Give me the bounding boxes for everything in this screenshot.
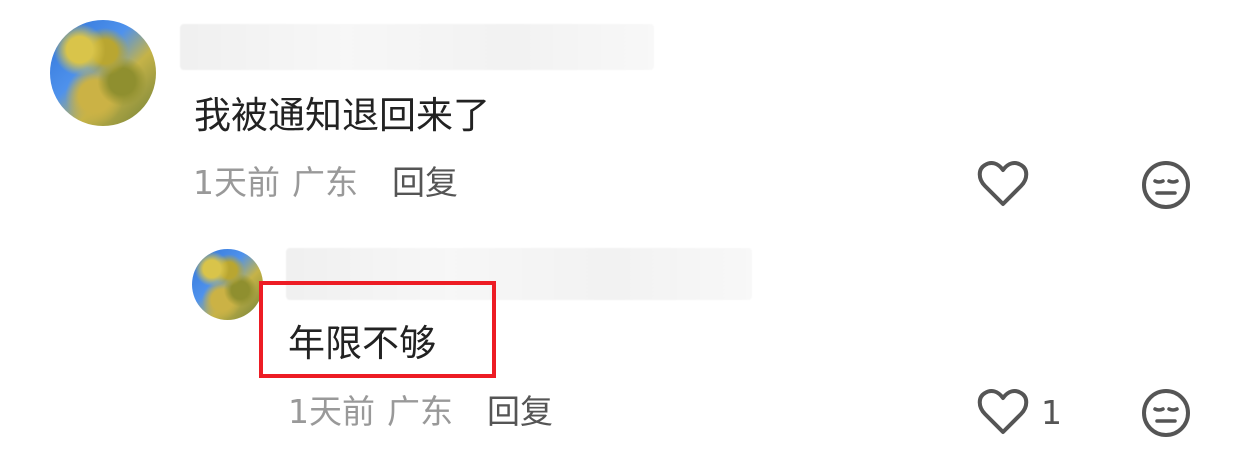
commenter-avatar[interactable] bbox=[50, 20, 156, 126]
reply-avatar[interactable] bbox=[192, 249, 263, 320]
reply-like-button[interactable]: 1 bbox=[977, 388, 1062, 436]
reply-button[interactable]: 回复 bbox=[392, 166, 458, 199]
reply-text: 年限不够 bbox=[288, 322, 436, 365]
dislike-button[interactable] bbox=[1140, 159, 1192, 211]
commenter-username-blurred[interactable] bbox=[180, 24, 654, 70]
comment-text: 我被通知退回来了 bbox=[194, 94, 490, 137]
heart-outline-icon bbox=[977, 388, 1029, 434]
reply-reply-button[interactable]: 回复 bbox=[487, 395, 553, 428]
comment-time: 1天前 bbox=[193, 163, 280, 202]
like-button[interactable] bbox=[977, 160, 1029, 208]
comment-meta: 1天前 广东 回复 bbox=[193, 166, 458, 199]
reply-location: 广东 bbox=[387, 392, 453, 431]
neutral-face-icon bbox=[1142, 161, 1190, 209]
neutral-face-icon bbox=[1142, 389, 1190, 437]
heart-outline-icon bbox=[977, 160, 1029, 206]
reply-dislike-button[interactable] bbox=[1140, 387, 1192, 439]
comment-location: 广东 bbox=[292, 163, 358, 202]
reply-like-count: 1 bbox=[1041, 392, 1062, 432]
reply-time: 1天前 bbox=[288, 392, 375, 431]
reply-meta: 1天前 广东 回复 bbox=[288, 395, 553, 428]
